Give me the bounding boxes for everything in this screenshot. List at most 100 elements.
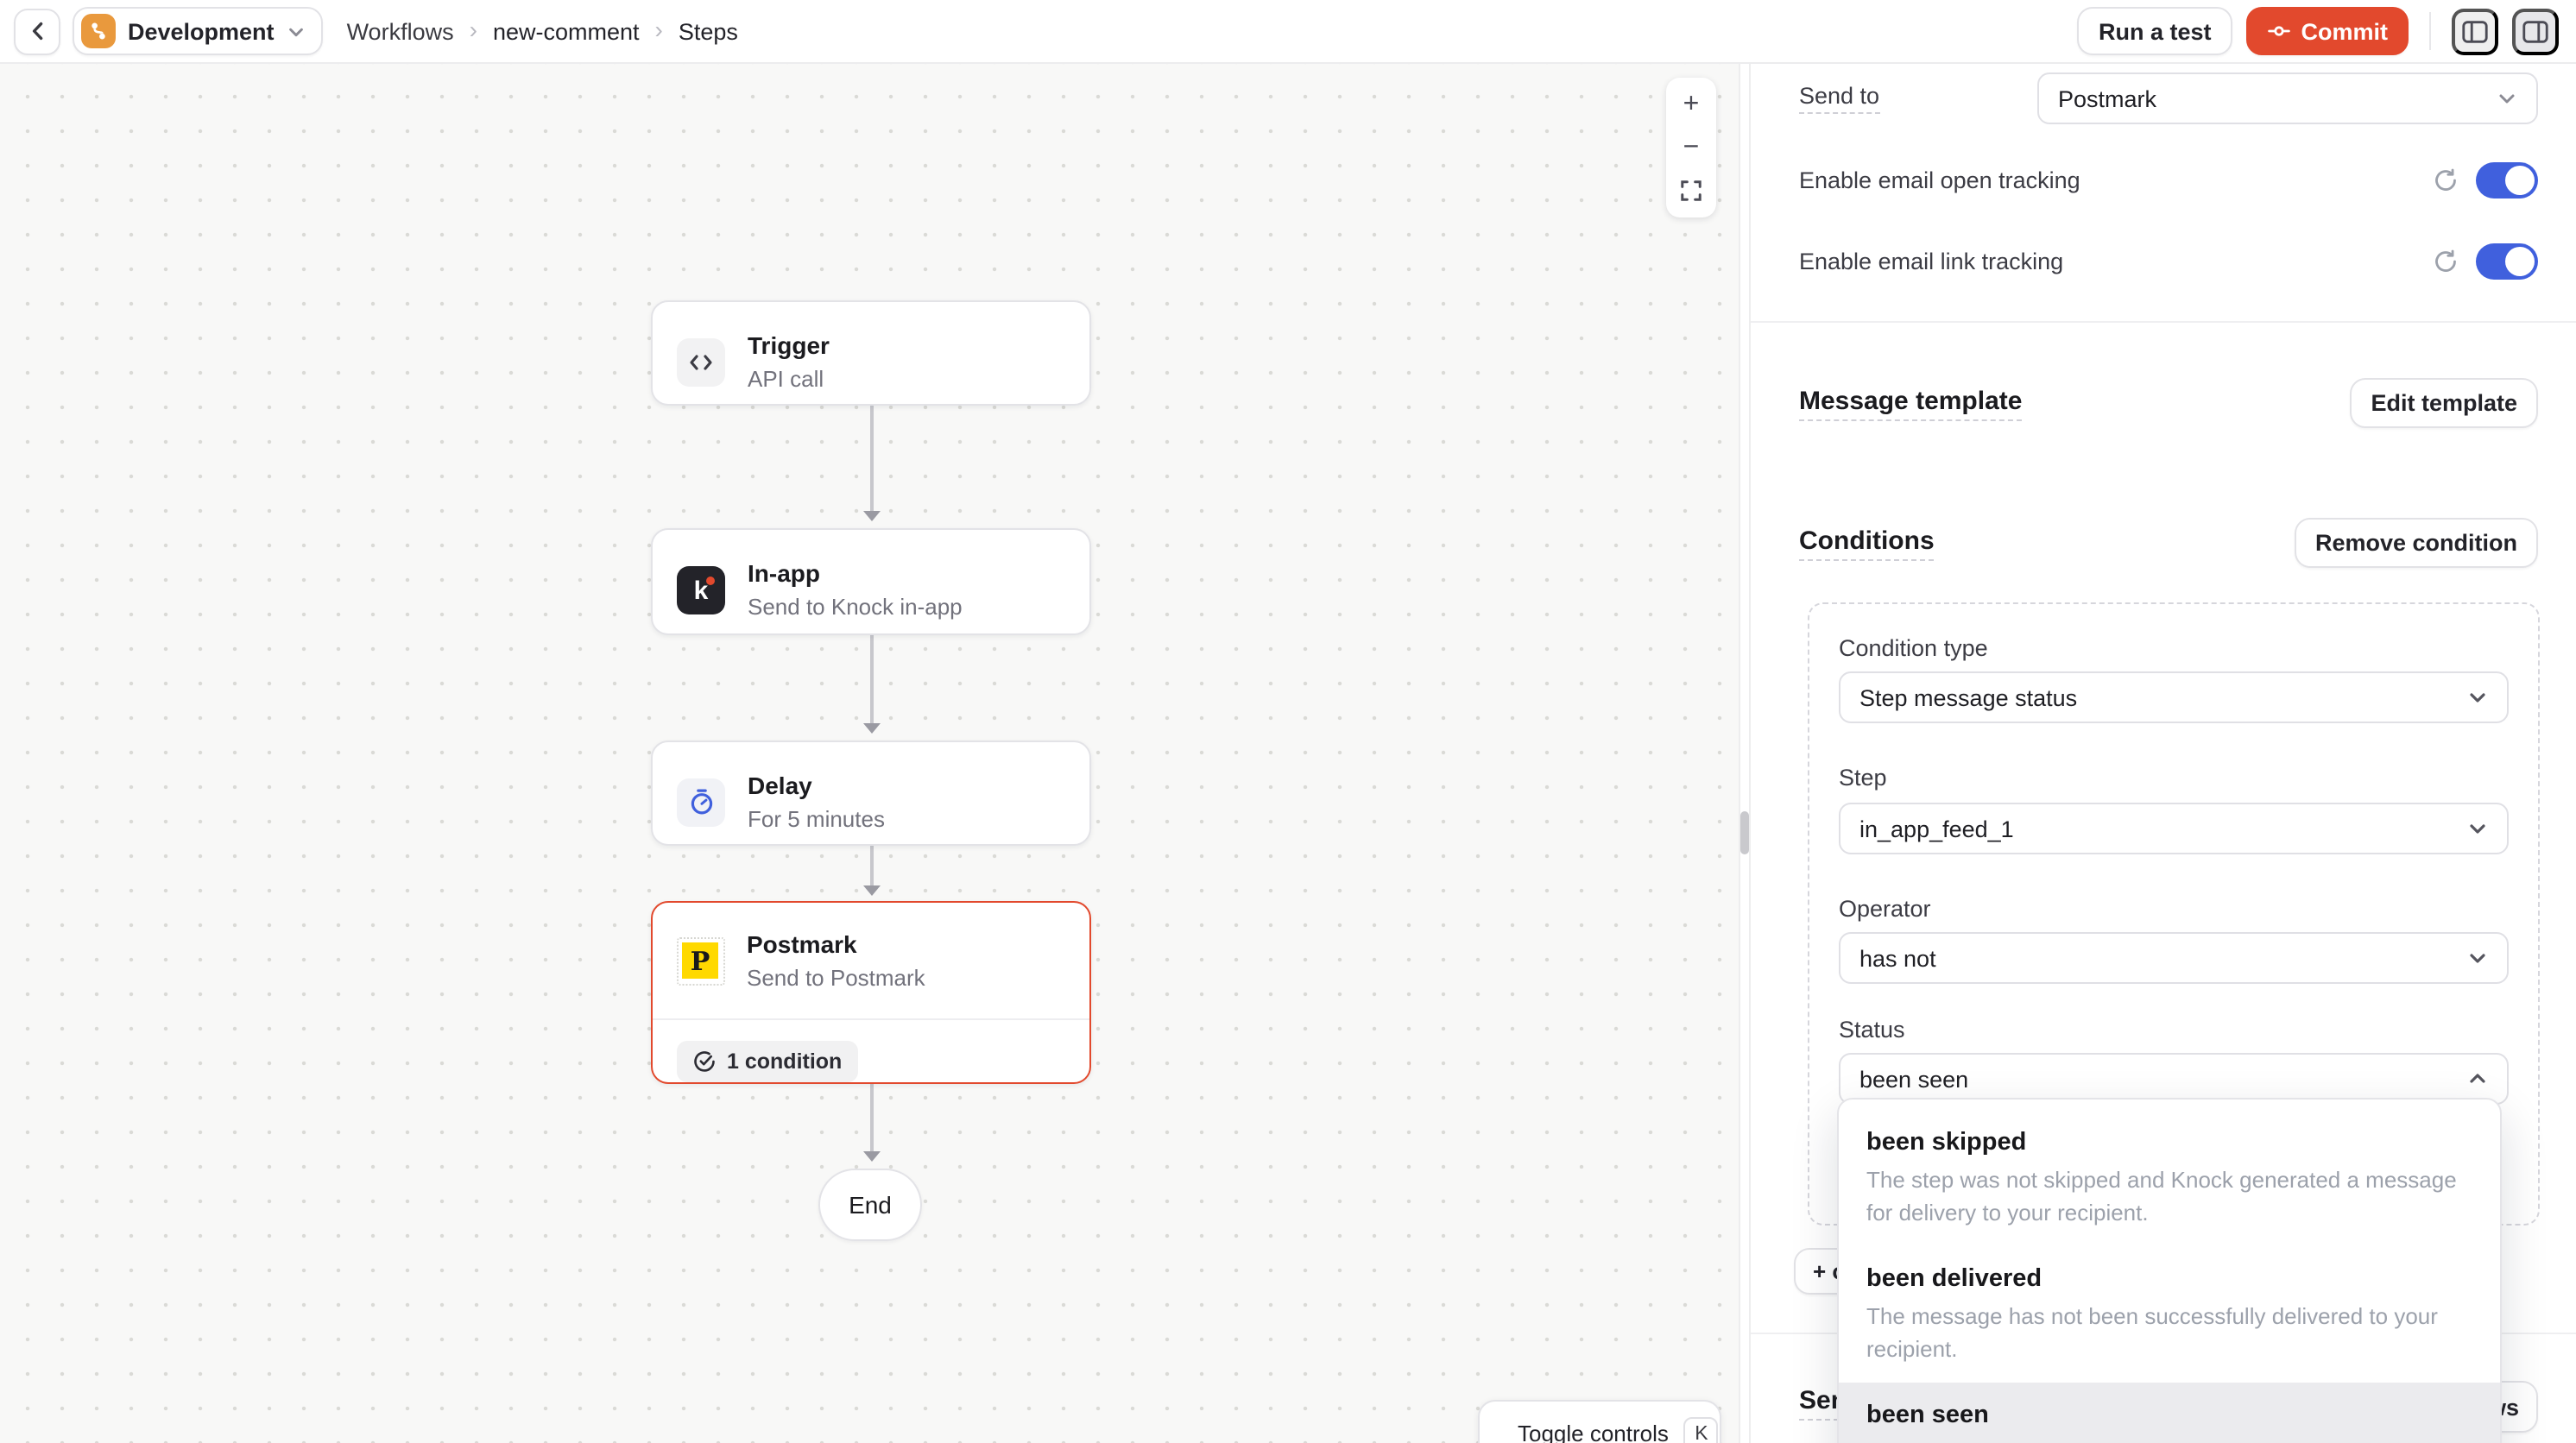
chevron-down-icon (2497, 88, 2517, 109)
section-divider (1751, 321, 2576, 323)
operator-select[interactable]: has not (1839, 932, 2509, 984)
dropdown-option-been-seen[interactable]: been seen The message has not been rende… (1839, 1383, 2500, 1443)
step-settings-panel: Send to Postmark Enable email open track… (1749, 64, 2576, 1443)
connector-arrow-icon (862, 1151, 880, 1162)
workflow-canvas[interactable]: + − Trigger API call (0, 64, 1740, 1443)
breadcrumb-separator-icon: › (470, 16, 477, 43)
step-label: Step (1839, 765, 1887, 791)
toggle-controls-bar[interactable]: Toggle controls K (1478, 1400, 1721, 1443)
postmark-p-letter: P (682, 942, 718, 979)
node-subtitle: Send to Knock in-app (748, 592, 963, 621)
sync-icon (2433, 167, 2459, 192)
open-tracking-toggle[interactable] (2476, 161, 2538, 198)
remove-condition-button[interactable]: Remove condition (2295, 518, 2538, 568)
keyboard-shortcut-badge: K (1684, 1417, 1719, 1443)
canvas-zoom-controls: + − (1666, 78, 1716, 217)
option-description: The message has not been successfully de… (1866, 1301, 2472, 1365)
step-select[interactable]: in_app_feed_1 (1839, 803, 2509, 854)
zoom-out-button[interactable]: − (1668, 126, 1714, 169)
panel-resize-handle[interactable] (1740, 811, 1749, 854)
postmark-stamp-icon: P (676, 936, 724, 985)
end-label: End (849, 1191, 892, 1219)
commit-label: Commit (2301, 18, 2389, 44)
workflow-branch-icon (81, 14, 116, 48)
breadcrumb: Workflows › new-comment › Steps (347, 17, 738, 45)
operator-value: has not (1859, 945, 1936, 971)
open-tracking-label: Enable email open tracking (1799, 167, 2080, 192)
fit-view-button[interactable] (1668, 169, 1714, 212)
send-to-select[interactable]: Postmark (2037, 72, 2538, 124)
conditions-label: Conditions (1799, 526, 1935, 560)
toggle-left-panel-button[interactable] (2452, 8, 2498, 54)
option-description: The message has not been rendered in the… (1866, 1438, 2472, 1443)
panel-right-icon (2521, 16, 2550, 46)
node-title: Postmark (747, 929, 925, 960)
environment-name: Development (128, 18, 275, 44)
toggle-controls-label: Toggle controls (1518, 1421, 1669, 1443)
connector-arrow-icon (862, 511, 880, 521)
check-circle-icon (692, 1049, 717, 1074)
node-title: Trigger (748, 330, 830, 361)
connector-line (870, 406, 873, 513)
condition-count-badge: 1 condition (677, 1041, 857, 1082)
node-divider (653, 1018, 1089, 1020)
edit-template-label: Edit template (2371, 390, 2517, 416)
toggle-knob (2505, 165, 2535, 194)
dropdown-option-been-skipped[interactable]: been skipped The step was not skipped an… (1839, 1110, 2500, 1246)
chevron-up-icon (2467, 1068, 2488, 1089)
status-select[interactable]: been seen (1839, 1053, 2509, 1105)
fullscreen-icon (1680, 180, 1702, 202)
condition-type-select[interactable]: Step message status (1839, 671, 2509, 723)
node-subtitle: For 5 minutes (748, 804, 885, 834)
dropdown-option-been-delivered[interactable]: been delivered The message has not been … (1839, 1246, 2500, 1383)
stopwatch-icon (677, 778, 725, 826)
run-a-test-label: Run a test (2099, 18, 2212, 44)
breadcrumb-steps[interactable]: Steps (679, 18, 738, 44)
connector-arrow-icon (862, 885, 880, 896)
commit-button[interactable]: Commit (2246, 7, 2409, 55)
option-title: been skipped (1866, 1125, 2472, 1160)
message-template-label: Message template (1799, 386, 2022, 420)
chevron-left-icon (25, 19, 49, 43)
edit-template-button[interactable]: Edit template (2350, 378, 2538, 428)
link-tracking-toggle[interactable] (2476, 243, 2538, 279)
status-label: Status (1839, 1017, 1905, 1043)
node-delay[interactable]: Delay For 5 minutes (651, 740, 1091, 846)
node-subtitle: Send to Postmark (747, 963, 925, 992)
operator-label: Operator (1839, 896, 1931, 922)
node-end[interactable]: End (818, 1169, 922, 1241)
condition-type-label: Condition type (1839, 635, 1988, 661)
condition-count-label: 1 condition (727, 1049, 842, 1074)
zoom-in-button[interactable]: + (1668, 83, 1714, 126)
node-in-app[interactable]: k In-app Send to Knock in-app (651, 528, 1091, 635)
remove-condition-label: Remove condition (2315, 530, 2517, 556)
toggle-knob (2505, 246, 2535, 275)
run-a-test-button[interactable]: Run a test (2078, 7, 2232, 55)
sync-icon (2433, 248, 2459, 274)
toolbar-divider (2429, 12, 2431, 50)
chevron-down-icon (287, 22, 306, 41)
panel-left-icon (2460, 16, 2490, 46)
link-tracking-label: Enable email link tracking (1799, 248, 2063, 274)
environment-switcher[interactable]: Development (73, 7, 323, 55)
app-window: Development Workflows › new-comment › St… (0, 0, 2576, 1443)
node-trigger[interactable]: Trigger API call (651, 300, 1091, 406)
chevron-down-icon (2467, 687, 2488, 708)
chevron-down-icon (2467, 818, 2488, 839)
breadcrumb-workflow-name[interactable]: new-comment (493, 18, 640, 44)
step-value: in_app_feed_1 (1859, 816, 2014, 841)
back-button[interactable] (14, 8, 60, 54)
breadcrumb-workflows[interactable]: Workflows (347, 18, 454, 44)
toggle-right-panel-button[interactable] (2512, 8, 2559, 54)
node-postmark[interactable]: P Postmark Send to Postmark 1 condition (651, 901, 1091, 1084)
status-dropdown-menu: been skipped The step was not skipped an… (1837, 1098, 2502, 1443)
status-value: been seen (1859, 1066, 1968, 1092)
plus-icon: + (1683, 89, 1700, 120)
send-to-label: Send to (1799, 83, 1879, 114)
connector-arrow-icon (862, 723, 880, 734)
node-subtitle: API call (748, 364, 830, 394)
option-description: The step was not skipped and Knock gener… (1866, 1165, 2472, 1229)
commit-icon (2267, 19, 2291, 43)
option-title: been delivered (1866, 1262, 2472, 1296)
option-title: been seen (1866, 1398, 2472, 1433)
